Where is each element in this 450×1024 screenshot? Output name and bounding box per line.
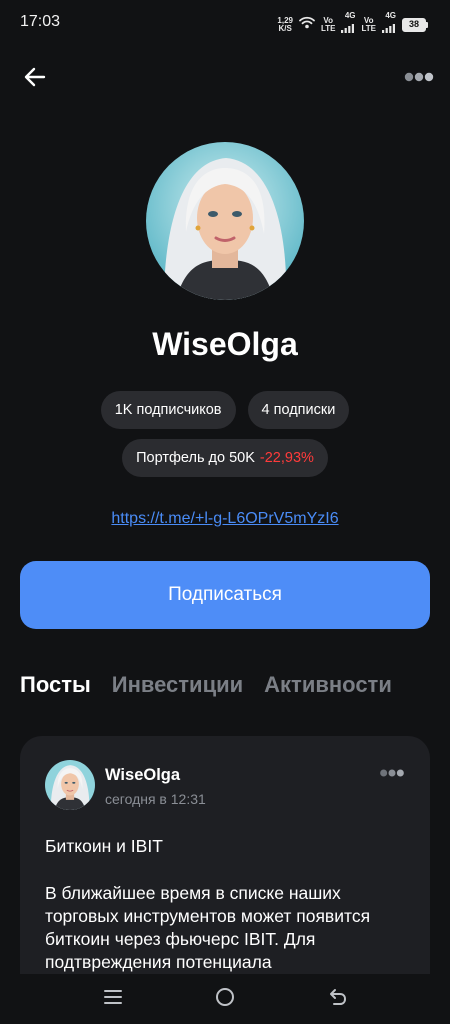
- network-speed-unit: K/S: [278, 24, 292, 33]
- system-back-button[interactable]: [325, 986, 351, 1012]
- back-button[interactable]: [20, 64, 50, 94]
- post-more-button[interactable]: [376, 766, 408, 782]
- status-time: 17:03: [20, 13, 61, 30]
- tab-posts[interactable]: Посты: [20, 672, 91, 698]
- volte-bottom-1: LTE: [320, 24, 336, 33]
- recent-apps-button[interactable]: [100, 986, 126, 1012]
- signal-group-2: 4G: [382, 12, 396, 38]
- portfolio-label: Портфель до 50K: [136, 450, 255, 466]
- signal-icon: [341, 20, 355, 38]
- more-dots-icon: [378, 765, 406, 783]
- signal-icon: [382, 20, 396, 38]
- tab-activities[interactable]: Активности: [264, 672, 392, 698]
- status-bar: 17:03 1,29 K/S Vo LTE 4G Vo LTE 4G 38: [0, 0, 450, 44]
- menu-icon: [104, 989, 122, 1010]
- home-circle-icon: [215, 987, 235, 1012]
- battery-level: 38: [402, 18, 426, 32]
- profile-tabs: Посты Инвестиции Активности: [20, 672, 392, 698]
- volte-indicator-2: Vo LTE: [361, 17, 376, 33]
- arrow-left-icon: [24, 67, 46, 92]
- profile-avatar: [146, 142, 304, 300]
- back-nav-icon: [329, 988, 347, 1011]
- post-title: Биткоин и IBIT: [45, 836, 163, 856]
- status-icons: 1,29 K/S Vo LTE 4G Vo LTE 4G 38: [277, 12, 428, 38]
- network-speed: 1,29 K/S: [277, 17, 293, 33]
- more-dots-icon: [404, 70, 434, 88]
- network-type-1: 4G: [344, 11, 356, 20]
- network-type-2: 4G: [385, 11, 396, 20]
- volte-indicator-1: Vo LTE: [321, 17, 336, 33]
- signal-group-1: 4G: [341, 12, 355, 38]
- portfolio-chip[interactable]: Портфель до 50K -22,93%: [122, 439, 328, 477]
- more-options-button[interactable]: [402, 68, 436, 90]
- followers-chip[interactable]: 1K подписчиков: [100, 391, 236, 429]
- portfolio-change: -22,93%: [259, 450, 314, 466]
- home-button[interactable]: [212, 986, 238, 1012]
- post-timestamp: сегодня в 12:31: [105, 791, 206, 807]
- post-body: В ближайшее время в списке наших торговы…: [45, 883, 371, 972]
- portfolio-row: Портфель до 50K -22,93%: [0, 439, 450, 477]
- system-nav-bar: [0, 974, 450, 1024]
- stats-row: 1K подписчиков 4 подписки: [0, 391, 450, 429]
- battery-icon: 38: [402, 18, 428, 32]
- volte-bottom-2: LTE: [361, 24, 376, 33]
- profile-link[interactable]: https://t.me/+l-g-L6OPrV5mYzI6: [0, 510, 450, 528]
- post-author-name[interactable]: WiseOlga: [105, 766, 180, 785]
- subscribe-button[interactable]: Подписаться: [20, 561, 430, 629]
- tab-investments[interactable]: Инвестиции: [112, 672, 243, 698]
- post-card[interactable]: WiseOlga сегодня в 12:31 Биткоин и IBIT …: [20, 736, 430, 974]
- wifi-icon: [299, 16, 315, 34]
- profile-name: WiseOlga: [152, 326, 298, 362]
- post-author-avatar[interactable]: [45, 760, 95, 810]
- following-chip[interactable]: 4 подписки: [247, 391, 350, 429]
